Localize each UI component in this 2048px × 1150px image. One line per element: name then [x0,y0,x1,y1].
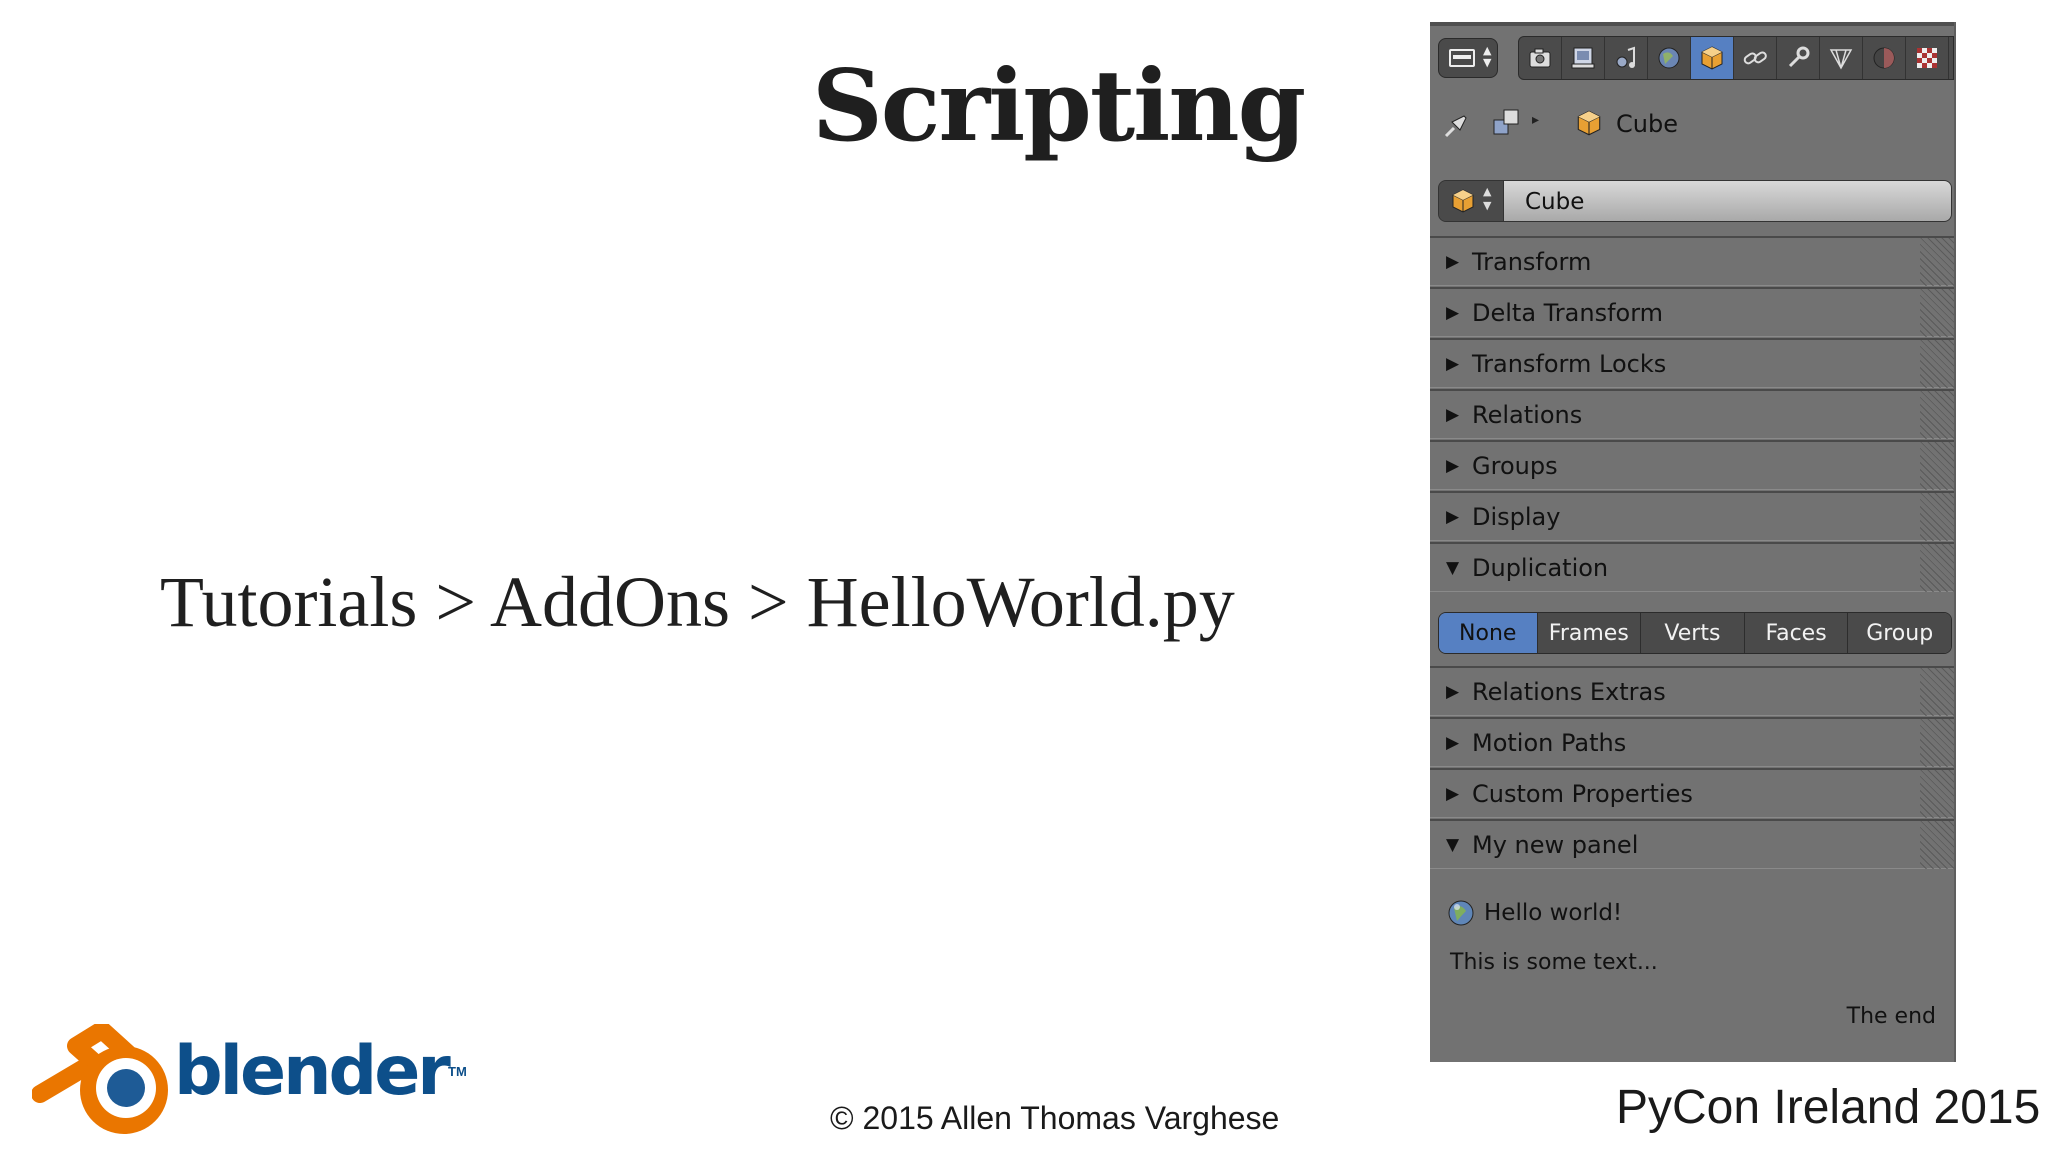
dup-none-button[interactable]: None [1439,613,1538,653]
context-tabs [1518,36,1954,80]
dup-group-button[interactable]: Group [1848,613,1951,653]
drag-grip-icon[interactable] [1920,340,1954,388]
expanded-triangle-icon: ▼ [1446,835,1460,855]
constraints-link-icon [1743,51,1767,65]
expanded-triangle-icon: ▼ [1446,558,1460,578]
collapsed-triangle-icon: ▶ [1446,303,1460,323]
object-cube-icon [1452,189,1474,213]
drag-grip-icon[interactable] [1920,668,1954,716]
panel-motion-paths[interactable]: ▶ Motion Paths [1430,717,1954,767]
drag-grip-icon[interactable] [1920,544,1954,592]
tab-scene[interactable] [1605,37,1648,79]
tab-texture[interactable] [1906,37,1949,79]
drag-grip-icon[interactable] [1920,391,1954,439]
panel-body-text: This is some text... [1450,950,1658,975]
panel-relations[interactable]: ▶ Relations [1430,389,1954,439]
collapsed-triangle-icon: ▶ [1446,405,1460,425]
wrench-icon [1788,46,1810,68]
collapsed-triangle-icon: ▶ [1446,784,1460,804]
editor-type-button[interactable]: ▲ ▼ [1438,38,1498,78]
panel-groups[interactable]: ▶ Groups [1430,440,1954,490]
object-name-value: Cube [1525,189,1585,215]
dup-verts-button[interactable]: Verts [1641,613,1745,653]
blender-properties-panel: ▲ ▼ ▸ Cube ▲ ▼ Cube ▶ Transform ▶ Delta … [1430,22,1956,1062]
slide-breadcrumb: Tutorials > AddOns > HelloWorld.py [160,562,1235,642]
properties-editor-icon [1449,49,1475,67]
camera-icon [1529,48,1551,68]
collapsed-triangle-icon: ▶ [1446,682,1460,702]
scene-icon [1616,46,1635,68]
panel-relations-extras[interactable]: ▶ Relations Extras [1430,666,1954,716]
scene-objects-icon [1493,109,1519,135]
panel-label: Delta Transform [1472,299,1664,327]
tab-material[interactable] [1863,37,1906,79]
blender-logo-icon [31,1021,168,1134]
panel-my-new-panel[interactable]: ▼ My new panel [1430,819,1954,869]
mesh-data-icon [1829,49,1853,70]
collapsed-triangle-icon: ▶ [1446,733,1460,753]
object-cube-icon [1577,110,1601,136]
slide-title: Scripting [812,49,1306,164]
tab-object[interactable] [1691,37,1734,79]
drag-grip-icon[interactable] [1920,442,1954,490]
drag-grip-icon[interactable] [1920,719,1954,767]
trademark-mark: TM [448,1064,467,1079]
texture-checker-icon [1917,48,1937,68]
context-object-name: Cube [1616,110,1678,138]
panel-label: Transform [1472,248,1592,276]
panel-label: Relations Extras [1472,678,1666,706]
pin-icon[interactable] [1440,108,1474,142]
dup-frames-button[interactable]: Frames [1537,613,1642,653]
collapsed-triangle-icon: ▶ [1446,507,1460,527]
panel-label: Display [1472,503,1561,531]
panel-transform[interactable]: ▶ Transform [1430,236,1954,286]
blender-logo-text: blender [174,1032,451,1111]
object-name-field[interactable]: ▲ ▼ Cube [1438,180,1952,222]
properties-header: ▲ ▼ [1430,22,1954,92]
panel-label: Groups [1472,452,1558,480]
tab-render[interactable] [1519,37,1562,79]
panel-delta-transform[interactable]: ▶ Delta Transform [1430,287,1954,337]
material-sphere-icon [1873,47,1895,69]
collapsed-triangle-icon: ▶ [1446,252,1460,272]
panel-label: Transform Locks [1472,350,1667,378]
panel-transform-locks[interactable]: ▶ Transform Locks [1430,338,1954,388]
dup-faces-button[interactable]: Faces [1744,613,1849,653]
tab-render-layers[interactable] [1562,37,1605,79]
tab-constraints[interactable] [1734,37,1777,79]
panel-label: Duplication [1472,554,1609,582]
tab-world[interactable] [1648,37,1691,79]
up-down-arrows-icon: ▲ ▼ [1483,185,1492,212]
object-cube-icon [1701,46,1723,70]
collapsed-triangle-icon: ▶ [1446,354,1460,374]
tab-modifiers[interactable] [1777,37,1820,79]
conference-text: PyCon Ireland 2015 [1616,1081,2041,1134]
render-layers-icon [1571,47,1595,69]
context-path: ▸ Cube [1430,100,1954,150]
panel-custom-properties[interactable]: ▶ Custom Properties [1430,768,1954,818]
drag-grip-icon[interactable] [1920,493,1954,541]
up-down-arrows-icon: ▲ ▼ [1483,44,1492,69]
panel-label: Motion Paths [1472,729,1627,757]
panel-label: Custom Properties [1472,780,1693,808]
blender-logo: blender TM [31,1021,472,1144]
context-arrow-icon: ▸ [1532,112,1540,128]
world-icon [1658,47,1680,69]
drag-grip-icon[interactable] [1920,238,1954,286]
collapsed-triangle-icon: ▶ [1446,456,1460,476]
panel-display[interactable]: ▶ Display [1430,491,1954,541]
object-browse-button[interactable]: ▲ ▼ [1439,181,1503,221]
copyright-text: © 2015 Allen Thomas Varghese [830,1100,1280,1136]
drag-grip-icon[interactable] [1920,770,1954,818]
hello-world-label: Hello world! [1484,900,1623,926]
drag-grip-icon[interactable] [1920,821,1954,869]
panel-duplication[interactable]: ▼ Duplication [1430,542,1954,592]
drag-grip-icon[interactable] [1920,289,1954,337]
duplication-mode-selector: None Frames Verts Faces Group [1438,612,1952,654]
panel-label: Relations [1472,401,1583,429]
world-icon [1448,900,1474,926]
panel-end-text: The end [1846,1004,1936,1029]
tab-data[interactable] [1820,37,1863,79]
panel-label: My new panel [1472,831,1639,859]
